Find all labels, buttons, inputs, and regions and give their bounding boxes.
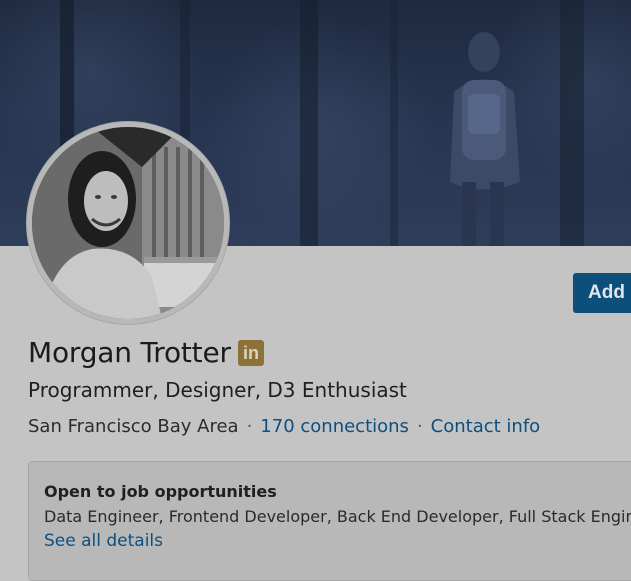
tree-trunk xyxy=(300,0,318,246)
linkedin-icon: in xyxy=(238,340,264,366)
open-to-work-title: Open to job opportunities xyxy=(44,482,277,501)
person-photo-icon xyxy=(32,127,224,319)
tree-trunk xyxy=(390,0,398,246)
separator-dot: · xyxy=(416,416,423,437)
profile-name: Morgan Trotter xyxy=(28,336,231,369)
avatar[interactable] xyxy=(27,122,229,324)
connections-link[interactable]: 170 connections xyxy=(260,416,409,437)
foliage-shade xyxy=(200,20,440,240)
profile-photo xyxy=(32,127,224,319)
profile-meta: San Francisco Bay Area · 170 connections · C… xyxy=(28,416,540,437)
open-to-work-roles: Data Engineer, Frontend Developer, Back … xyxy=(44,507,631,526)
profile-headline: Programmer, Designer, D3 Enthusiast xyxy=(28,378,407,402)
location-text: San Francisco Bay Area xyxy=(28,416,239,437)
contact-info-link[interactable]: Contact info xyxy=(431,416,541,437)
add-button[interactable]: Add xyxy=(573,273,631,313)
tree-trunk xyxy=(560,0,584,246)
open-to-work-box[interactable]: Open to job opportunities Data Engineer,… xyxy=(28,461,631,581)
see-all-details-link[interactable]: See all details xyxy=(44,531,163,551)
separator-dot: · xyxy=(246,416,253,437)
hiker-figure xyxy=(450,32,520,246)
